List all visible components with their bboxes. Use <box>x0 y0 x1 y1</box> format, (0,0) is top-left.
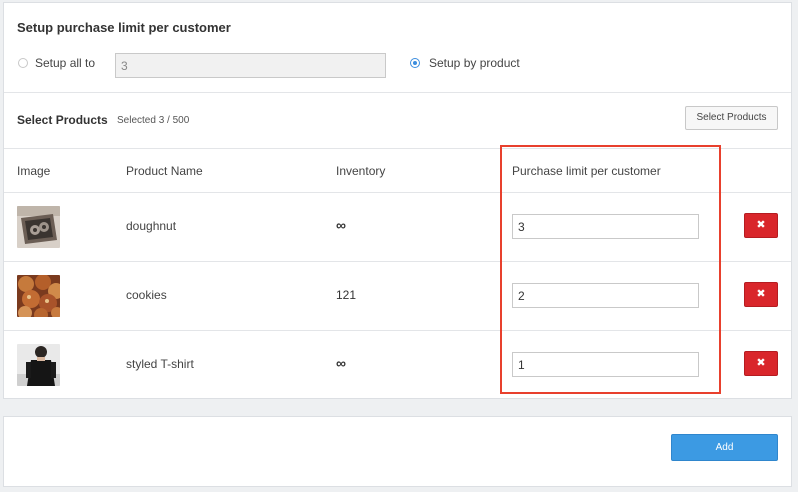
product-name: doughnut <box>126 219 177 233</box>
setup-by-product-label[interactable]: Setup by product <box>429 56 520 70</box>
table-row: doughnut ∞ ✖ <box>4 192 791 261</box>
column-header-purchase-limit: Purchase limit per customer <box>512 164 661 178</box>
setup-all-label[interactable]: Setup all to <box>35 56 95 70</box>
delete-row-button[interactable]: ✖ <box>744 282 778 307</box>
select-products-button[interactable]: Select Products <box>685 106 778 130</box>
purchase-limit-panel: Setup purchase limit per customer Setup … <box>3 2 792 399</box>
delete-row-button[interactable]: ✖ <box>744 351 778 376</box>
purchase-limit-input[interactable] <box>512 214 699 239</box>
add-button[interactable]: Add <box>671 434 778 461</box>
product-image-t-shirt <box>17 344 60 386</box>
setup-by-product-radio[interactable] <box>410 58 420 68</box>
delete-row-button[interactable]: ✖ <box>744 213 778 238</box>
inventory-value: ∞ <box>336 217 346 233</box>
divider <box>4 148 791 149</box>
setup-all-input[interactable] <box>115 53 386 78</box>
inventory-value: ∞ <box>336 355 346 371</box>
footer-panel: Add <box>3 416 792 487</box>
panel-title: Setup purchase limit per customer <box>17 20 231 35</box>
close-icon: ✖ <box>756 288 766 300</box>
divider <box>4 92 791 93</box>
column-header-inventory: Inventory <box>336 164 386 178</box>
purchase-limit-input[interactable] <box>512 283 699 308</box>
product-name: cookies <box>126 288 167 302</box>
purchase-limit-input[interactable] <box>512 352 699 377</box>
product-image-cookies <box>17 275 60 317</box>
close-icon: ✖ <box>756 357 766 369</box>
table-row: styled T-shirt ∞ ✖ <box>4 330 791 399</box>
column-header-product-name: Product Name <box>126 164 203 178</box>
setup-all-radio[interactable] <box>18 58 28 68</box>
product-name: styled T-shirt <box>126 357 194 371</box>
inventory-value: 121 <box>336 288 357 302</box>
column-header-image: Image <box>17 164 51 178</box>
select-products-title: Select Products <box>17 113 108 127</box>
selected-count: Selected 3 / 500 <box>117 115 190 126</box>
close-icon: ✖ <box>756 219 766 231</box>
table-row: cookies 121 ✖ <box>4 261 791 330</box>
product-image-doughnut <box>17 206 60 248</box>
